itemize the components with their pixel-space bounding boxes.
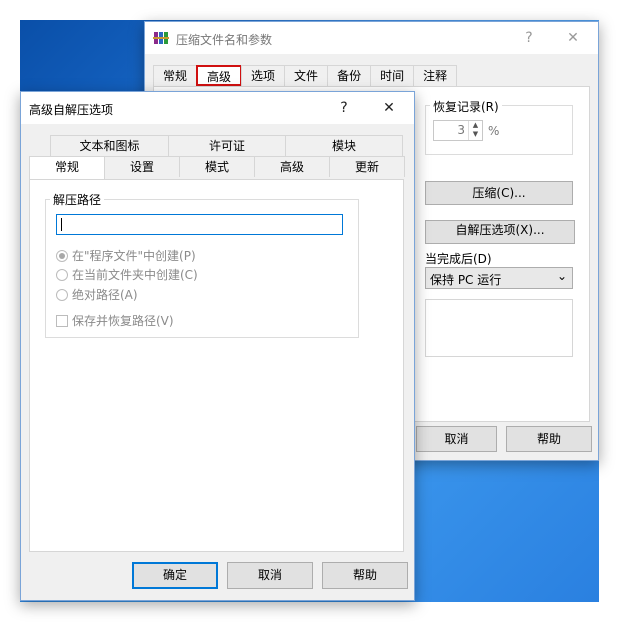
tab-setup[interactable]: 设置	[104, 156, 180, 177]
cancel-button[interactable]: 取消	[416, 426, 497, 452]
radio-absolute-path[interactable]: 绝对路径(A)	[56, 286, 138, 303]
sfx-options-button[interactable]: 自解压选项(X)...	[425, 220, 575, 244]
radio-label: 绝对路径(A)	[72, 288, 138, 302]
help-icon[interactable]: ?	[327, 92, 361, 124]
save-restore-path-checkbox[interactable]: 保存并恢复路径(V)	[56, 312, 174, 329]
tab-comment[interactable]: 注释	[413, 65, 458, 86]
tab-general[interactable]: 常规	[29, 156, 105, 180]
close-icon[interactable]: ✕	[372, 92, 406, 124]
radio-create-in-program-files[interactable]: 在"程序文件"中创建(P)	[56, 247, 196, 264]
tab-modes[interactable]: 模式	[179, 156, 255, 177]
radio-unselected-icon	[56, 288, 68, 301]
tab-general[interactable]: 常规	[153, 65, 198, 86]
after-done-value: 保持 PC 运行	[430, 273, 502, 287]
tab-time[interactable]: 时间	[370, 65, 415, 86]
extraction-path-label: 解压路径	[50, 191, 105, 208]
cancel-button[interactable]: 取消	[227, 562, 313, 589]
help-icon[interactable]: ?	[512, 22, 546, 54]
tab-options[interactable]: 选项	[241, 65, 286, 86]
spinner-arrows-icon[interactable]: ▲ ▼	[468, 121, 482, 140]
radio-create-in-current-folder[interactable]: 在当前文件夹中创建(C)	[56, 266, 198, 283]
close-icon[interactable]: ✕	[556, 22, 590, 54]
chevron-down-icon: ⌄	[556, 269, 567, 283]
sfx-options-dialog: 高级自解压选项 ? ✕ 文本和图标 许可证 模块 常规 设置 模式 高级 更新 …	[20, 91, 415, 601]
tab-advanced[interactable]: 高级	[254, 156, 330, 177]
checkbox-unchecked-icon	[56, 314, 68, 327]
text-caret	[61, 218, 62, 231]
checkbox-label: 保存并恢复路径(V)	[72, 314, 174, 328]
recovery-record-label: 恢复记录(R)	[430, 98, 502, 115]
ok-button[interactable]: 确定	[132, 562, 218, 589]
radio-label: 在当前文件夹中创建(C)	[72, 268, 198, 282]
window-title: 压缩文件名和参数	[176, 33, 273, 47]
help-button[interactable]: 帮助	[506, 426, 592, 452]
after-done-dropdown[interactable]: 保持 PC 运行 ⌄	[425, 267, 573, 289]
extraction-path-input[interactable]	[56, 214, 343, 235]
tab-text-and-icon[interactable]: 文本和图标	[50, 135, 169, 156]
radio-selected-icon	[56, 249, 68, 262]
sfx-tabbar-row1: 文本和图标 许可证 模块	[50, 135, 403, 156]
compress-options-button[interactable]: 压缩(C)...	[425, 181, 573, 205]
after-done-textbox[interactable]	[425, 299, 573, 357]
tab-license[interactable]: 许可证	[168, 135, 286, 156]
recovery-record-unit: %	[488, 124, 500, 138]
radio-unselected-icon	[56, 268, 68, 281]
recovery-record-spinner[interactable]: 3 ▲ ▼	[433, 120, 483, 141]
radio-label: 在"程序文件"中创建(P)	[72, 249, 196, 263]
help-button[interactable]: 帮助	[322, 562, 408, 589]
tab-advanced[interactable]: 高级	[196, 65, 243, 86]
tab-module[interactable]: 模块	[285, 135, 403, 156]
sfx-tabbar-row2: 常规 设置 模式 高级 更新	[29, 156, 405, 180]
winrar-app-icon	[153, 30, 169, 46]
after-done-label: 当完成后(D)	[425, 252, 492, 266]
tab-update[interactable]: 更新	[329, 156, 405, 177]
dialog-title: 高级自解压选项	[29, 103, 114, 117]
recovery-record-value: 3	[457, 123, 465, 137]
tab-backup[interactable]: 备份	[327, 65, 372, 86]
archive-params-titlebar: 压缩文件名和参数 ? ✕	[145, 22, 598, 54]
archive-params-tabbar: 常规 高级 选项 文件 备份 时间 注释	[153, 65, 458, 86]
tab-files[interactable]: 文件	[284, 65, 329, 86]
sfx-dialog-titlebar: 高级自解压选项 ? ✕	[21, 92, 414, 124]
